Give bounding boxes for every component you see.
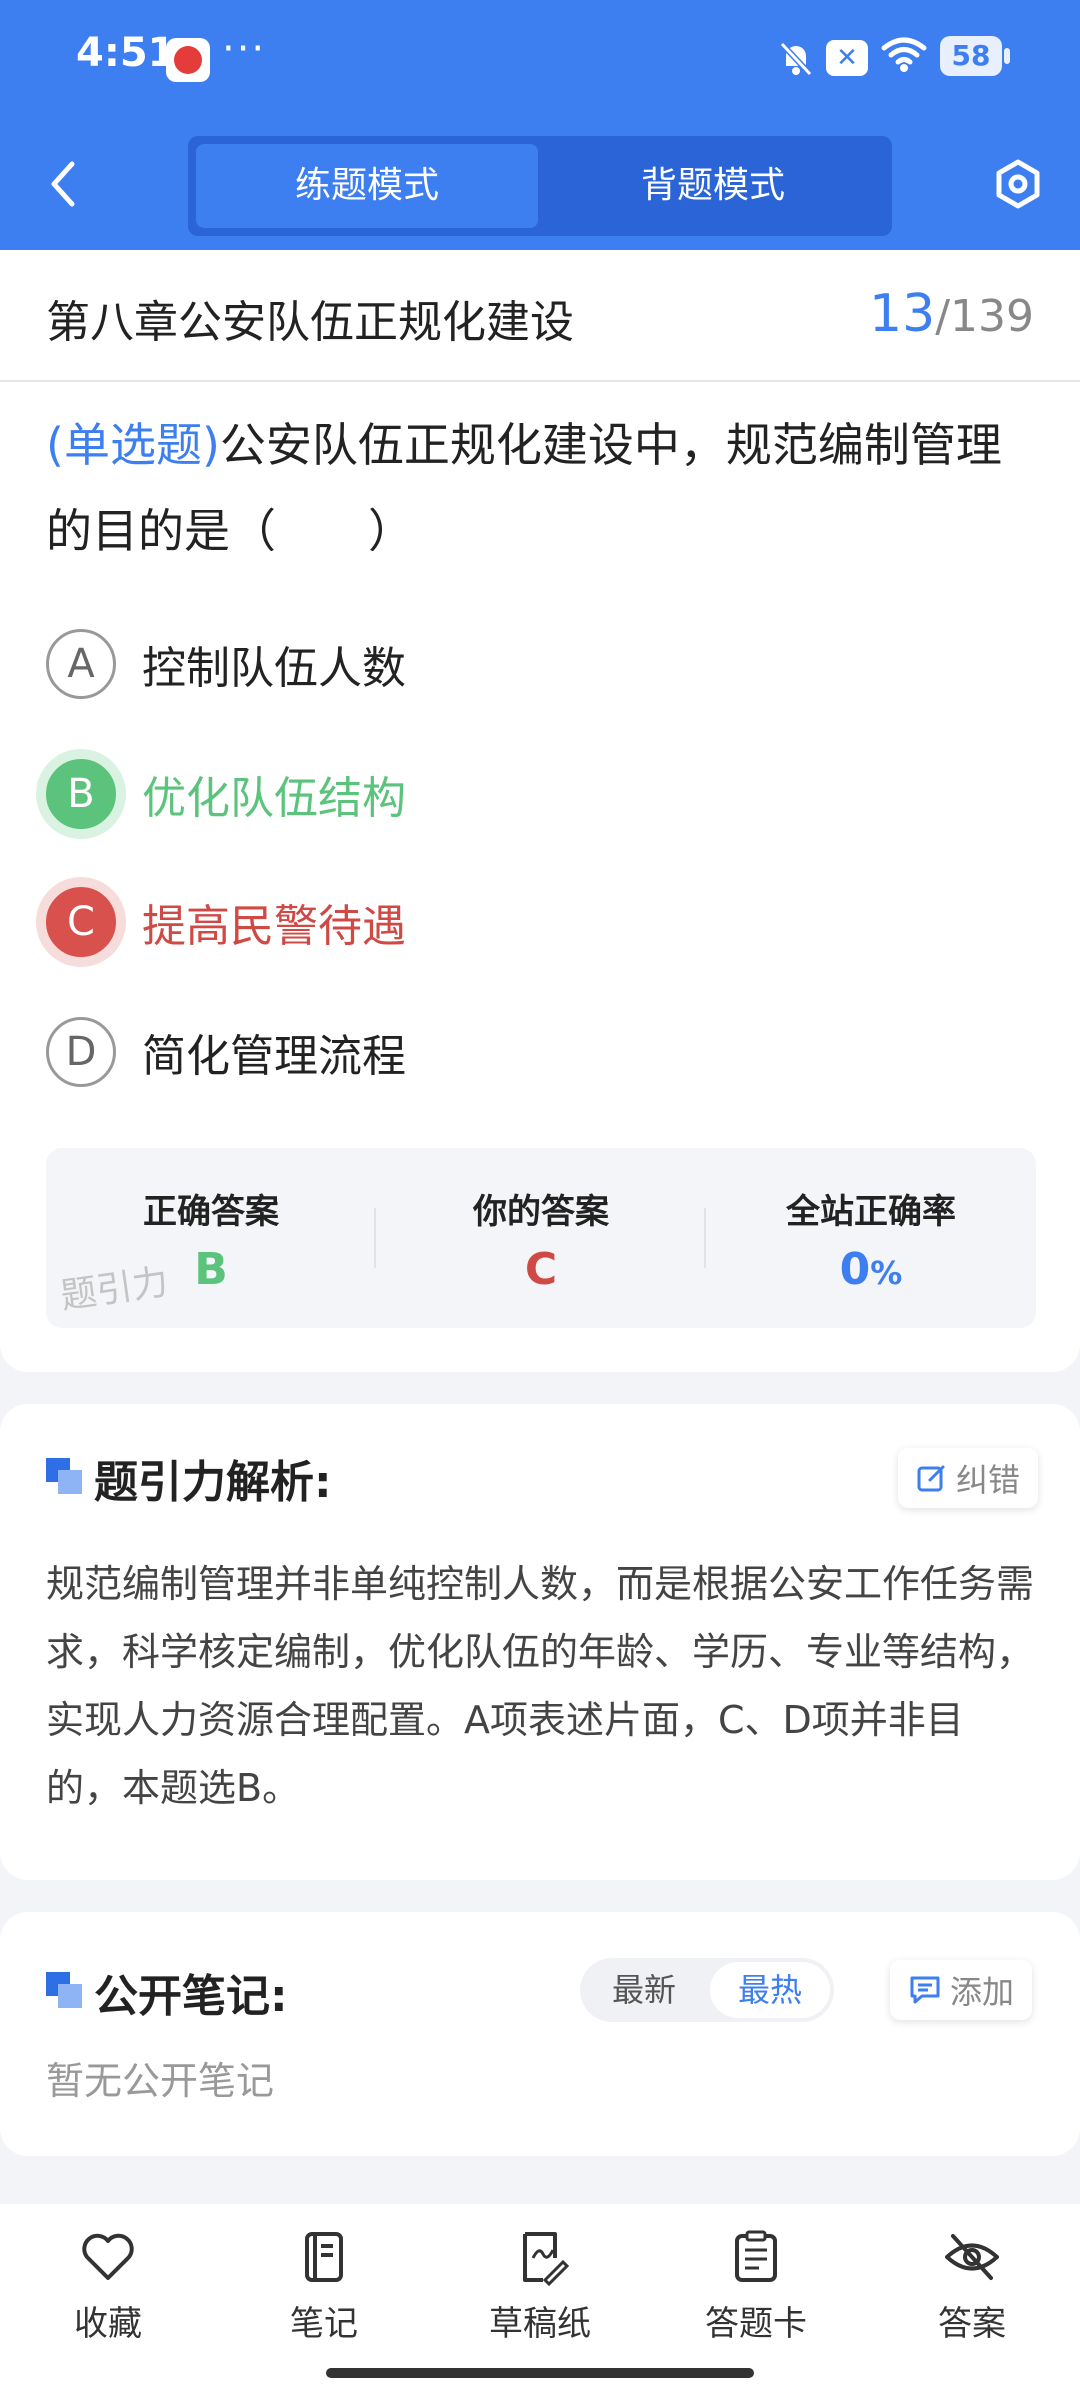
mode-switch: 练题模式 背题模式 [188,136,892,236]
chapter-title-bar: 第八章公安队伍正规化建设 13/139 [0,250,1080,382]
total-question-count: 139 [950,291,1034,342]
empty-notes-text: 暂无公开笔记 [46,2059,275,2103]
sort-latest-option[interactable]: 最新 [584,1962,704,2018]
your-answer-value: C [524,1244,558,1295]
hexagon-settings-icon[interactable] [992,158,1044,210]
add-note-label: 添加 [950,1973,1015,2011]
option-text: 控制队伍人数 [142,643,406,694]
wifi-icon [881,37,927,72]
favorite-label: 收藏 [74,2304,142,2344]
status-bar: 4:51 ··· ✕ 58 [0,0,1080,120]
draft-paper-button[interactable]: 草稿纸 [460,2228,620,2358]
section-square-icon [46,1972,82,2008]
analysis-text: 规范编制管理并非单纯控制人数，而是根据公安工作任务需求，科学核定编制，优化队伍的… [46,1562,1035,1810]
accuracy-value-wrap: 0% [706,1244,1036,1295]
option-letter: A [46,629,116,699]
option-letter: B [46,759,116,829]
analysis-title: 题引力解析: [94,1457,332,1508]
question-counter: 13/139 [869,284,1034,344]
tab-memorize-mode[interactable]: 背题模式 [542,144,884,228]
sort-hot-option[interactable]: 最热 [710,1962,830,2018]
option-letter: C [46,887,116,957]
accuracy-label: 全站正确率 [786,1192,956,1232]
notes-button[interactable]: 笔记 [244,2228,404,2358]
counter-separator: / [935,291,951,342]
answer-summary: 正确答案 B 你的答案 C 全站正确率 0% 题引力 [46,1148,1036,1328]
bell-muted-icon [779,41,813,77]
notes-label: 笔记 [290,2304,358,2344]
your-answer-label: 你的答案 [473,1192,609,1232]
your-answer-column: 你的答案 C [376,1148,706,1328]
show-answer-label: 答案 [938,2304,1006,2344]
notes-sort-toggle: 最新 最热 [580,1958,834,2022]
back-chevron-icon[interactable] [44,158,84,210]
correct-answer-label: 正确答案 [143,1192,279,1232]
analysis-card: 题引力解析: 纠错 规范编制管理并非单纯控制人数，而是根据公安工作任务需求，科学… [0,1404,1080,1880]
option-text: 优化队伍结构 [142,773,406,824]
draft-paper-label: 草稿纸 [489,2304,591,2344]
answer-card-icon [735,2230,777,2282]
x-box-icon: ✕ [826,40,868,76]
report-error-button[interactable]: 纠错 [898,1448,1039,1508]
status-time: 4:51 [76,30,176,76]
home-indicator[interactable] [326,2368,754,2378]
option-a[interactable]: A 控制队伍人数 [46,624,406,704]
tab-practice-mode[interactable]: 练题模式 [196,144,538,228]
notes-card: 公开笔记: 最新 最热 添加 暂无公开笔记 [0,1912,1080,2156]
question-text-block: (单选题)公安队伍正规化建设中，规范编制管理的目的是（ ） [46,402,1036,574]
comment-icon [910,1976,940,2004]
accuracy-value: 0 [839,1244,871,1295]
option-letter: D [46,1017,116,1087]
add-note-button[interactable]: 添加 [890,1960,1033,2020]
edit-icon [917,1465,945,1492]
notebook-icon [305,2232,343,2282]
answer-card-button[interactable]: 答题卡 [676,2228,836,2358]
app-header: 4:51 ··· ✕ 58 练题模式 背题模式 [0,0,1080,250]
status-dots: ··· [222,26,267,72]
app-badge-icon [166,38,210,82]
notes-title: 公开笔记: [94,1971,288,2022]
question-type-label: (单选题) [46,418,220,472]
option-text: 简化管理流程 [142,1031,406,1082]
question-card: (单选题)公安队伍正规化建设中，规范编制管理的目的是（ ） A 控制队伍人数 B… [0,382,1080,1372]
report-error-label: 纠错 [956,1461,1021,1499]
accuracy-unit: % [870,1254,903,1292]
battery-icon: 58 [940,36,1010,76]
accuracy-column: 全站正确率 0% [706,1148,1036,1328]
current-question-number: 13 [869,284,936,344]
option-text: 提高民警待遇 [142,901,406,952]
option-b[interactable]: B 优化队伍结构 [46,754,406,834]
answer-card-label: 答题卡 [705,2304,807,2344]
option-c[interactable]: C 提高民警待遇 [46,882,406,962]
show-answer-button[interactable]: 答案 [892,2228,1052,2358]
heart-icon [82,2233,134,2280]
chapter-title: 第八章公安队伍正规化建设 [46,297,574,348]
draft-paper-icon [523,2232,569,2286]
favorite-button[interactable]: 收藏 [28,2228,188,2358]
eye-off-icon [945,2234,999,2280]
section-square-icon [46,1458,82,1494]
option-d[interactable]: D 简化管理流程 [46,1012,406,1092]
